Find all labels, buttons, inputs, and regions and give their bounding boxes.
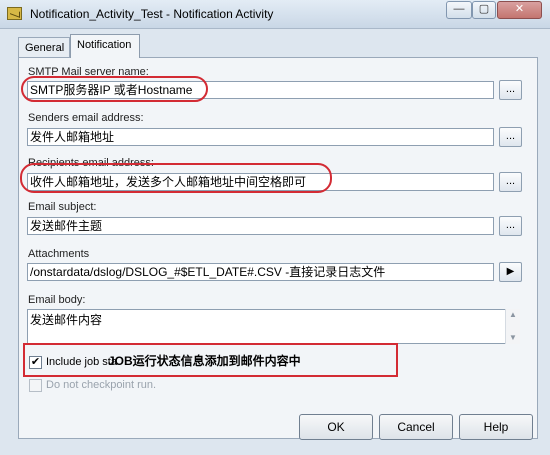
cancel-button[interactable]: Cancel <box>379 414 453 440</box>
email-subject-input[interactable]: 发送邮件主题 <box>27 217 494 235</box>
smtp-label: SMTP Mail server name: <box>28 66 149 78</box>
smtp-browse-button[interactable]: ... <box>499 80 522 100</box>
no-checkpoint-label: Do not checkpoint run. <box>46 379 157 391</box>
tab-general[interactable]: General <box>18 37 70 57</box>
minimize-button[interactable]: — <box>446 1 472 19</box>
ok-button[interactable]: OK <box>299 414 373 440</box>
tab-notification[interactable]: Notification <box>70 34 140 58</box>
envelope-icon <box>7 7 22 20</box>
annotation-text: JOB运行状态信息添加到邮件内容中 <box>108 354 301 368</box>
recipients-label: Recipients email address: <box>28 157 154 169</box>
senders-email-input[interactable]: 发件人邮箱地址 <box>27 128 494 146</box>
recipients-email-input[interactable]: 收件人邮箱地址，发送多个人邮箱地址中间空格即可 <box>27 173 494 191</box>
scroll-down-icon[interactable]: ▼ <box>509 334 517 342</box>
body-scrollbar[interactable]: ▲ ▼ <box>505 309 520 344</box>
window-title: Notification_Activity_Test - Notificatio… <box>30 7 274 21</box>
help-button[interactable]: Help <box>459 414 533 440</box>
senders-label: Senders email address: <box>28 112 144 124</box>
attachments-input[interactable]: /onstardata/dslog/DSLOG_#$ETL_DATE#.CSV … <box>27 263 494 281</box>
subject-label: Email subject: <box>28 201 97 213</box>
email-body-textarea[interactable]: 发送邮件内容 <box>27 309 520 344</box>
recipients-browse-button[interactable]: ... <box>499 172 522 192</box>
attachments-arrow-button[interactable]: ▶ <box>499 262 522 282</box>
maximize-button[interactable]: ▢ <box>472 1 496 19</box>
no-checkpoint-checkbox <box>29 379 42 392</box>
body-label: Email body: <box>28 294 86 306</box>
senders-browse-button[interactable]: ... <box>499 127 522 147</box>
close-button[interactable]: ✕ <box>497 1 542 19</box>
title-bar: Notification_Activity_Test - Notificatio… <box>0 0 550 29</box>
attachments-label: Attachments <box>28 248 90 260</box>
subject-browse-button[interactable]: ... <box>499 216 522 236</box>
scroll-up-icon[interactable]: ▲ <box>509 311 517 319</box>
smtp-server-input[interactable]: SMTP服务器IP 或者Hostname <box>27 81 494 99</box>
